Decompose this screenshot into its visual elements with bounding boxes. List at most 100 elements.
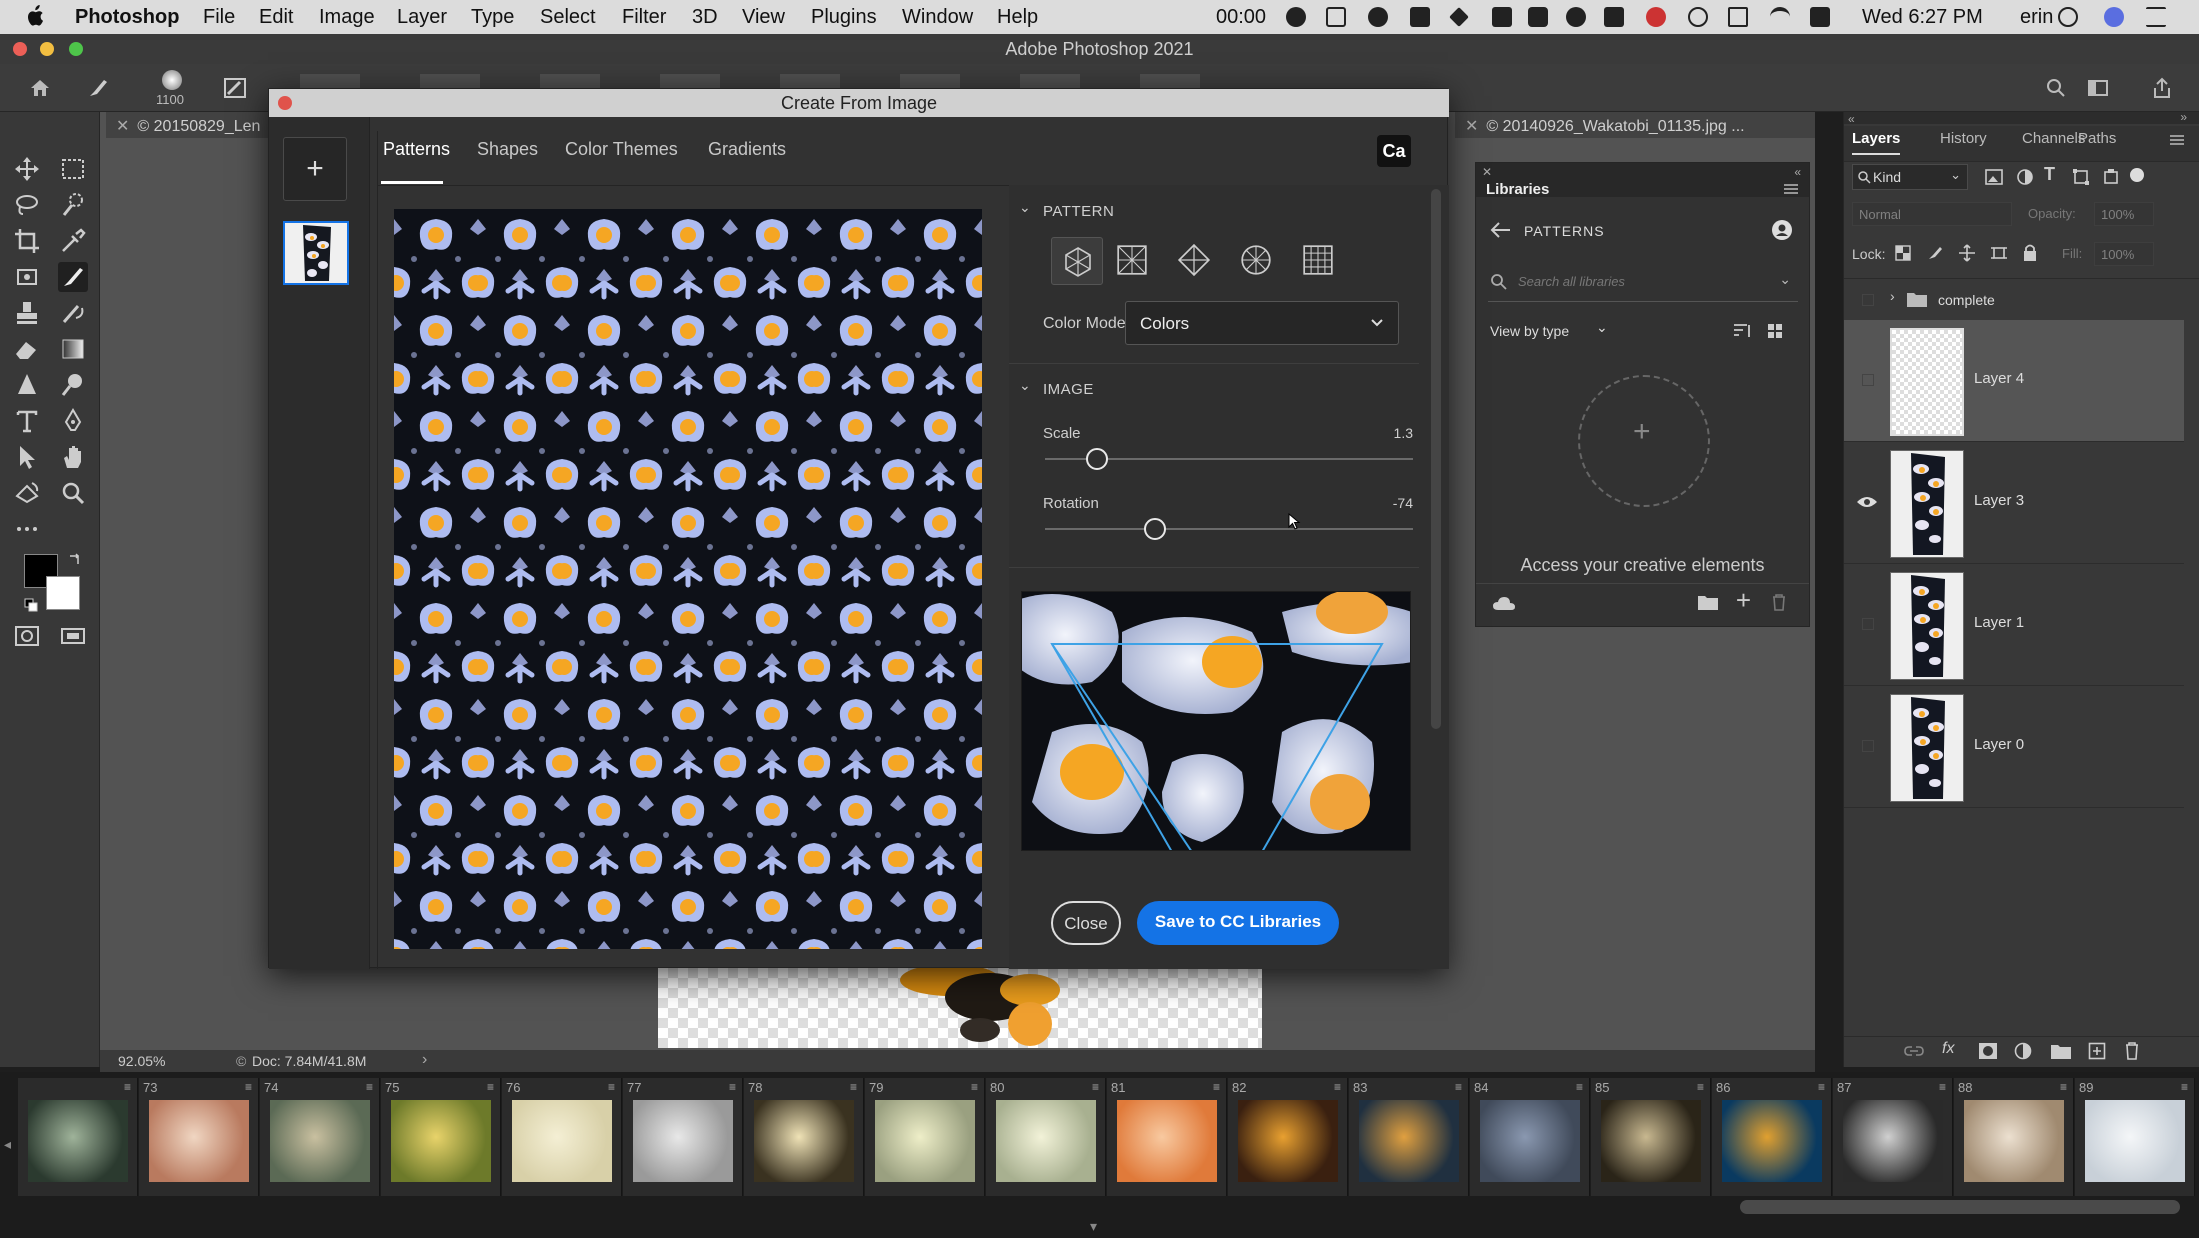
adjustment-layer-icon[interactable] <box>2014 1042 2032 1060</box>
filter-kind-select[interactable]: Kind ⌄ <box>1852 164 1968 190</box>
lock-pixels-icon[interactable] <box>1926 244 1944 262</box>
rotate-view-tool-icon[interactable] <box>12 478 42 508</box>
filmstrip-cell[interactable]: 76 ≡ <box>502 1078 622 1196</box>
add-image-button[interactable]: + <box>283 137 347 201</box>
layer-row-4[interactable]: Layer 4 <box>1844 320 2184 442</box>
settings-scrollbar[interactable] <box>1431 189 1441 729</box>
save-to-cc-libraries-button[interactable]: Save to CC Libraries <box>1137 901 1339 945</box>
fill-field[interactable]: 100% <box>2094 242 2154 266</box>
libraries-title[interactable]: Libraries <box>1486 181 1549 198</box>
filmstrip-cell[interactable]: 83 ≡ <box>1349 1078 1469 1196</box>
source-crop-preview[interactable] <box>1021 591 1411 851</box>
search-tool-icon[interactable] <box>2044 76 2068 100</box>
eyedropper-tool-icon[interactable] <box>58 226 88 256</box>
brush-tool-icon[interactable] <box>86 76 112 100</box>
filmstrip-sort-icon[interactable]: ≡ <box>1213 1080 1220 1094</box>
new-group-icon[interactable] <box>2050 1042 2072 1060</box>
source-image-thumbnail[interactable] <box>283 221 349 285</box>
zoom-level[interactable]: 92.05% <box>118 1053 165 1069</box>
status-arrow-icon[interactable]: › <box>422 1051 427 1069</box>
menu-3d[interactable]: 3D <box>692 6 718 29</box>
lasso-tool-icon[interactable] <box>12 190 42 220</box>
home-icon[interactable] <box>28 76 52 100</box>
scale-value[interactable]: 1.3 <box>1394 425 1413 441</box>
tab-shapes[interactable]: Shapes <box>477 139 538 160</box>
back-arrow-icon[interactable] <box>1490 221 1512 239</box>
volume-icon[interactable] <box>1810 7 1830 27</box>
filmstrip-sort-icon[interactable]: ≡ <box>1818 1080 1825 1094</box>
lock-all-icon[interactable] <box>2022 243 2038 262</box>
filter-type-icon[interactable]: T <box>2044 164 2055 185</box>
hand-tool-icon[interactable] <box>58 442 88 472</box>
menu-layer[interactable]: Layer <box>397 6 447 29</box>
library-add-icon[interactable]: + <box>1736 585 1751 616</box>
view-by-chevron-icon[interactable]: ⌄ <box>1596 319 1608 336</box>
diamond-tray-icon[interactable] <box>1449 7 1469 27</box>
filmstrip-sort-icon[interactable]: ≡ <box>124 1080 131 1094</box>
collaborate-icon[interactable] <box>1771 219 1793 241</box>
zoom-tool-icon[interactable] <box>58 478 88 508</box>
grid-view-icon[interactable] <box>1767 323 1783 339</box>
libraries-close-icon[interactable]: ✕ <box>1482 165 1492 179</box>
filmstrip-sort-icon[interactable]: ≡ <box>487 1080 494 1094</box>
pattern-section-label[interactable]: PATTERN <box>1043 203 1114 220</box>
filter-adjustment-icon[interactable] <box>2016 168 2034 186</box>
info-tray-icon[interactable] <box>1566 7 1586 27</box>
rotation-slider-knob[interactable] <box>1144 518 1167 540</box>
layer-name[interactable]: Layer 3 <box>1974 492 2024 509</box>
octagon-tile-icon[interactable] <box>1239 243 1273 277</box>
filmstrip-sort-icon[interactable]: ≡ <box>366 1080 373 1094</box>
filmstrip-sort-icon[interactable]: ≡ <box>1939 1080 1946 1094</box>
libraries-collapse-icon[interactable]: « <box>1794 165 1801 179</box>
dodge-tool-icon[interactable] <box>58 370 88 400</box>
close-tab-icon[interactable]: ✕ <box>1465 118 1478 135</box>
menu-view[interactable]: View <box>742 6 785 29</box>
move-tool-icon[interactable] <box>12 154 42 184</box>
layer-row-0[interactable]: Layer 0 <box>1844 686 2184 808</box>
scale-slider-knob[interactable] <box>1085 448 1108 470</box>
image-section-label[interactable]: IMAGE <box>1043 381 1094 398</box>
search-icon[interactable] <box>2058 7 2078 27</box>
layer-row-3[interactable]: Layer 3 <box>1844 442 2184 564</box>
grid-tile-icon[interactable] <box>1301 243 1335 277</box>
sort-icon[interactable] <box>1733 323 1751 339</box>
filmstrip-cell[interactable]: ≡ <box>18 1078 138 1196</box>
eraser-tool-icon[interactable] <box>12 334 42 364</box>
filmstrip-cell[interactable]: 79 ≡ <box>865 1078 985 1196</box>
filmstrip-sort-icon[interactable]: ≡ <box>1092 1080 1099 1094</box>
menu-type[interactable]: Type <box>471 6 514 29</box>
delete-layer-icon[interactable] <box>2124 1041 2140 1060</box>
tab-patterns[interactable]: Patterns <box>383 139 450 160</box>
filmstrip-cell[interactable]: 75 ≡ <box>381 1078 501 1196</box>
filmstrip-cell[interactable]: 77 ≡ <box>623 1078 743 1196</box>
filmstrip-cell[interactable]: 84 ≡ <box>1470 1078 1590 1196</box>
tab-gradients[interactable]: Gradients <box>708 139 786 160</box>
wifi-icon[interactable] <box>1770 7 1790 27</box>
panel-collapse-icon[interactable]: » <box>2180 110 2187 124</box>
filmstrip-cell[interactable]: 74 ≡ <box>260 1078 380 1196</box>
opacity-field[interactable]: 100% <box>2094 202 2154 226</box>
filmstrip-sort-icon[interactable]: ≡ <box>971 1080 978 1094</box>
filter-toggle-icon[interactable] <box>2130 168 2144 182</box>
background-color-swatch[interactable] <box>46 576 80 610</box>
brush-settings-icon[interactable] <box>222 76 248 100</box>
filmstrip-sort-icon[interactable]: ≡ <box>850 1080 857 1094</box>
filmstrip-sort-icon[interactable]: ≡ <box>608 1080 615 1094</box>
view-by-type[interactable]: View by type <box>1490 323 1569 339</box>
m-tray-icon[interactable] <box>1410 7 1430 27</box>
more-tools-icon[interactable] <box>12 514 42 544</box>
library-folder-icon[interactable] <box>1697 593 1719 611</box>
group-expand-icon[interactable]: › <box>1890 288 1895 304</box>
type-tool-icon[interactable] <box>12 406 42 436</box>
dialog-close-button[interactable] <box>278 96 292 110</box>
menu-plugins[interactable]: Plugins <box>811 6 877 29</box>
menu-image[interactable]: Image <box>319 6 375 29</box>
menu-file[interactable]: File <box>203 6 235 29</box>
lock-transparent-icon[interactable] <box>1894 244 1912 262</box>
rotation-value[interactable]: -74 <box>1393 495 1413 511</box>
gradient-tool-icon[interactable] <box>58 334 88 364</box>
filmstrip-cell[interactable]: 81 ≡ <box>1107 1078 1227 1196</box>
layer-group-row[interactable]: › complete <box>1844 280 2184 320</box>
filmstrip-sort-icon[interactable]: ≡ <box>2181 1080 2188 1094</box>
link-layers-icon[interactable] <box>1904 1044 1924 1058</box>
